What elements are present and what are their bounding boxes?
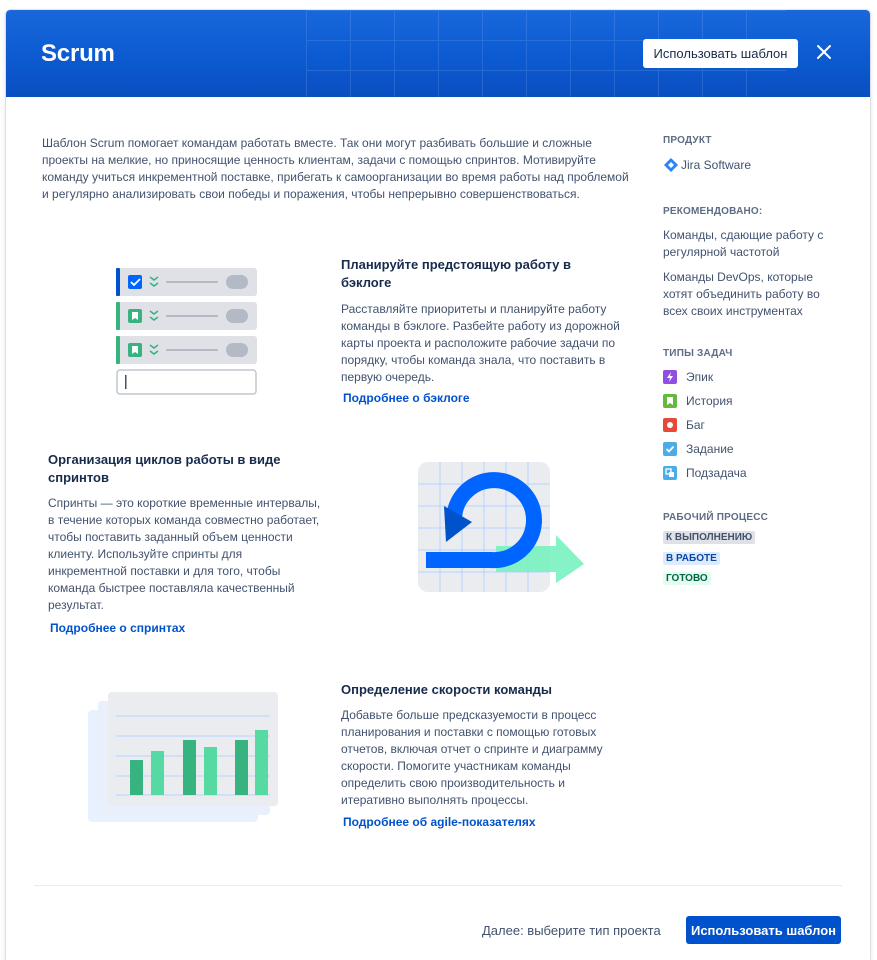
template-description: Шаблон Scrum помогает командам работать … xyxy=(42,136,629,201)
story-icon xyxy=(663,394,677,408)
next-step-text: Далее: выберите тип проекта xyxy=(482,923,661,938)
jira-software-icon xyxy=(663,157,679,173)
backlog-illustration xyxy=(116,268,261,398)
template-modal: Scrum Использовать шаблон Шаблон Scrum п… xyxy=(6,10,870,960)
use-template-button-top[interactable]: Использовать шаблон xyxy=(643,39,798,68)
feature-text-backlog: Расставляйте приоритеты и планируйте раб… xyxy=(341,302,620,384)
issue-type-label: Баг xyxy=(686,418,705,432)
footer-divider xyxy=(34,885,842,886)
agile-metrics-link[interactable]: Подробнее об agile-показателях xyxy=(343,815,536,829)
status-lozenge-in-progress: В РАБОТЕ xyxy=(663,552,720,565)
issue-type-epic: Эпик xyxy=(663,369,713,385)
issue-type-label: Задание xyxy=(686,442,734,456)
recommended-item-1: Команды, сдающие работу с регулярной час… xyxy=(663,228,824,259)
product-name: Jira Software xyxy=(681,158,752,172)
feature-title-backlog: Планируйте предстоящую работу в бэклоге xyxy=(341,257,572,290)
issue-type-label: История xyxy=(686,394,733,408)
issue-type-label: Эпик xyxy=(686,370,714,384)
close-icon[interactable] xyxy=(812,40,836,64)
use-template-button-bottom[interactable]: Использовать шаблон xyxy=(686,916,841,944)
modal-title: Scrum xyxy=(41,40,115,67)
backlog-link[interactable]: Подробнее о бэклоге xyxy=(343,391,470,405)
issue-type-bug: Баг xyxy=(663,417,705,433)
product-heading: ПРОДУКТ xyxy=(663,135,712,146)
feature-title-velocity: Определение скорости команды xyxy=(341,682,553,697)
sprints-link[interactable]: Подробнее о спринтах xyxy=(50,621,185,635)
task-icon xyxy=(663,442,677,456)
bug-icon xyxy=(663,418,677,432)
velocity-chart-illustration xyxy=(88,692,278,827)
workflow-heading: РАБОЧИЙ ПРОЦЕСС xyxy=(663,512,769,523)
sprint-cycle-illustration xyxy=(416,460,586,595)
issue-type-task: Задание xyxy=(663,441,734,457)
recommended-heading: РЕКОМЕНДОВАНО: xyxy=(663,206,763,217)
status-lozenge-done: ГОТОВО xyxy=(663,572,711,585)
product-row: Jira Software xyxy=(663,157,751,173)
subtask-icon xyxy=(663,466,677,480)
modal-header: Scrum Использовать шаблон xyxy=(6,10,870,97)
feature-title-sprints: Организация циклов работы в виде спринто… xyxy=(48,452,281,485)
issue-type-subtask: Подзадача xyxy=(663,465,747,481)
feature-text-velocity: Добавьте больше предсказуемости в процес… xyxy=(341,708,603,807)
feature-text-sprints: Спринты — это короткие временные интерва… xyxy=(48,496,321,612)
status-lozenge-todo: К ВЫПОЛНЕНИЮ xyxy=(663,531,756,544)
epic-icon xyxy=(663,370,677,384)
issue-type-story: История xyxy=(663,393,733,409)
issue-type-label: Подзадача xyxy=(686,466,747,480)
recommended-item-2: Команды DevOps, которые хотят объединить… xyxy=(663,270,820,318)
issue-types-heading: ТИПЫ ЗАДАЧ xyxy=(663,348,733,359)
